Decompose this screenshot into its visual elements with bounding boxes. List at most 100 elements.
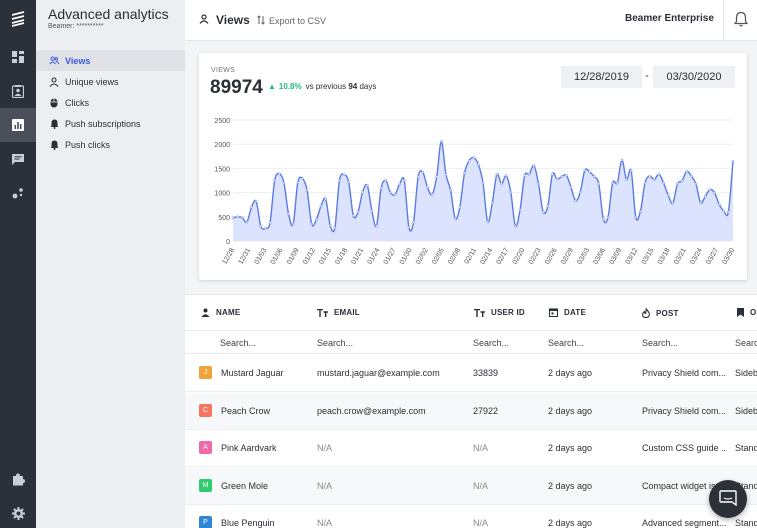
data-point xyxy=(523,174,527,178)
data-point xyxy=(439,139,443,143)
data-point xyxy=(449,188,452,192)
y-tick-label: 1000 xyxy=(214,191,230,198)
table-header: NAME EMAIL USER ID DATE POST O xyxy=(185,295,757,331)
data-point xyxy=(264,227,267,230)
puzzle-icon[interactable] xyxy=(0,462,36,496)
data-point xyxy=(477,163,480,166)
column-header-name[interactable]: NAME xyxy=(201,308,240,317)
cell-name: Mustard Jaguar xyxy=(221,368,284,378)
text-type-icon xyxy=(317,308,328,317)
sidebar-item-push-subscriptions[interactable]: Push subscriptions xyxy=(36,113,185,134)
x-tick-label: 03/21 xyxy=(673,247,688,266)
data-point xyxy=(324,197,327,201)
segments-icon[interactable] xyxy=(0,176,36,210)
data-point xyxy=(379,186,383,190)
data-point xyxy=(564,173,568,177)
y-tick-label: 0 xyxy=(226,239,230,246)
avatar: P xyxy=(199,516,212,528)
x-tick-label: 01/03 xyxy=(254,247,269,266)
sort-arrows-icon xyxy=(257,15,265,27)
column-header-date[interactable]: DATE xyxy=(549,308,586,317)
app-subtitle: Beamer: ********** xyxy=(48,23,104,30)
x-tick-label: 02/11 xyxy=(464,247,479,265)
cell-user-id: 33839 xyxy=(473,368,499,378)
column-header-post[interactable]: POST xyxy=(642,308,679,318)
x-tick-label: 03/30 xyxy=(721,247,736,266)
avatar: C xyxy=(199,403,212,417)
x-tick-label: 03/24 xyxy=(689,247,704,266)
column-header-email[interactable]: EMAIL xyxy=(317,308,360,317)
chat-launcher-button[interactable] xyxy=(709,480,747,518)
analytics-sidebar: Advanced analytics Beamer: ********** Vi… xyxy=(36,0,185,528)
column-header-user-id[interactable]: USER ID xyxy=(474,308,525,317)
x-tick-label: 02/17 xyxy=(496,247,511,266)
table-row[interactable]: J Mustard Jaguar mustard.jaguar@example.co… xyxy=(185,355,757,392)
data-point xyxy=(370,209,374,213)
data-point xyxy=(426,185,429,189)
table-row[interactable]: M Green Mole N/A N/A 2 days ago Compact widge… xyxy=(185,467,757,505)
sidebar-item-clicks[interactable]: Clicks xyxy=(36,92,185,113)
data-point xyxy=(490,201,494,205)
x-tick-label: 02/08 xyxy=(447,247,462,266)
data-point xyxy=(574,199,577,203)
search-email-input[interactable] xyxy=(317,336,397,350)
column-header-origin[interactable]: O xyxy=(737,308,756,317)
search-origin-input[interactable] xyxy=(735,336,757,350)
cell-date: 2 days ago xyxy=(548,480,593,491)
data-point xyxy=(583,168,587,172)
y-tick-label: 500 xyxy=(218,215,230,222)
data-point xyxy=(412,220,415,224)
table-row[interactable]: C Peach Crow peach.crow@example.com 27922 2 … xyxy=(185,392,757,430)
table-row[interactable]: A Pink Aardvark N/A N/A 2 days ago Custom CSS… xyxy=(185,430,757,467)
bookmark-icon xyxy=(737,308,744,317)
data-point xyxy=(578,190,582,194)
search-post-input[interactable] xyxy=(642,336,722,350)
gear-icon[interactable] xyxy=(0,496,36,528)
data-point xyxy=(416,175,420,178)
x-tick-label: 02/26 xyxy=(544,247,559,266)
notifications-button[interactable] xyxy=(723,0,757,40)
sidebar-item-unique-views[interactable]: Unique views xyxy=(36,71,185,92)
sidebar-item-views[interactable]: Views xyxy=(36,50,185,71)
search-name-input[interactable] xyxy=(220,336,300,350)
x-tick-label: 01/09 xyxy=(286,247,301,266)
table-row[interactable]: P Blue Penguin N/A N/A 2 days ago Advanced se… xyxy=(185,505,757,528)
data-point xyxy=(259,224,263,228)
bell-icon xyxy=(733,11,748,30)
cell-origin: Sideb xyxy=(735,368,757,378)
data-point xyxy=(606,215,610,219)
dashboard-icon[interactable] xyxy=(0,40,36,74)
cell-email: mustard.jaguar@example.com xyxy=(317,368,440,378)
analytics-icon[interactable] xyxy=(0,108,36,142)
data-point xyxy=(699,201,702,205)
contacts-icon[interactable] xyxy=(0,74,36,108)
export-label: Export to CSV xyxy=(269,16,327,26)
x-tick-label: 01/06 xyxy=(270,247,285,266)
data-point xyxy=(333,226,337,230)
table-search-row xyxy=(185,332,757,354)
data-point xyxy=(518,208,522,212)
account-name[interactable]: Beamer Enterprise xyxy=(625,13,714,24)
data-point xyxy=(541,210,545,214)
mouse-icon xyxy=(49,98,59,108)
cell-name: Peach Crow xyxy=(221,405,271,416)
data-point xyxy=(615,181,619,185)
cell-post: Advanced segment... xyxy=(642,518,727,528)
x-tick-label: 01/21 xyxy=(350,247,365,266)
beamer-logo-icon[interactable] xyxy=(0,0,36,36)
sidebar-item-push-clicks[interactable]: Push clicks xyxy=(36,134,185,155)
data-point xyxy=(731,159,735,163)
x-tick-label: 03/03 xyxy=(576,247,591,266)
cell-name: Blue Penguin xyxy=(221,518,275,528)
data-point xyxy=(597,182,601,186)
sidebar-item-label: Unique views xyxy=(65,76,119,87)
chat-bubble-icon[interactable] xyxy=(0,142,36,176)
export-csv-button[interactable]: Export to CSV xyxy=(257,15,326,27)
views-area-chart: 0 500 1000 1500 2000 2500 12/28 12/31 01/03 01/06… xyxy=(214,118,736,266)
data-point xyxy=(500,182,503,186)
data-point xyxy=(671,201,675,205)
data-point xyxy=(347,181,351,184)
page-title: Views xyxy=(199,13,250,27)
search-user-id-input[interactable] xyxy=(473,336,553,350)
search-date-input[interactable] xyxy=(548,336,628,350)
